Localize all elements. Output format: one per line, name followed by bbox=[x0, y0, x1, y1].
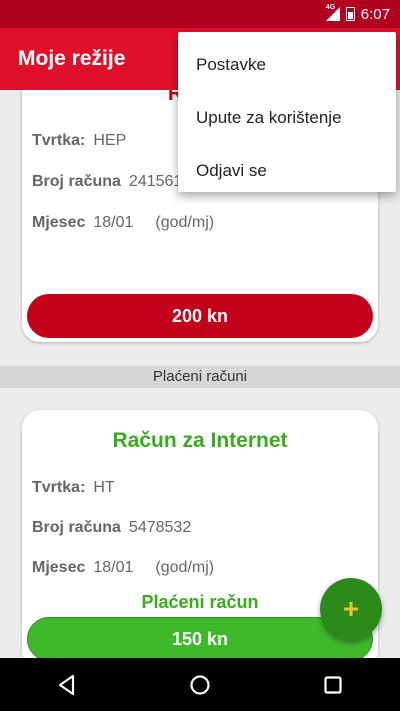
bill-number-value: 5478532 bbox=[128, 519, 192, 536]
clock: 6:07 bbox=[360, 5, 390, 23]
plus-icon: + bbox=[342, 593, 360, 624]
company-value: HEP bbox=[93, 132, 127, 149]
month-value: 18/01 bbox=[93, 214, 134, 231]
menu-item-instructions[interactable]: Upute za korištenje bbox=[178, 91, 396, 144]
company-label: Tvrtka: bbox=[32, 479, 86, 496]
company-value: HT bbox=[93, 479, 115, 496]
bill-number-label: Broj računa bbox=[32, 519, 121, 536]
network-4g-icon: 4G bbox=[325, 4, 340, 21]
month-row: Mjesec 18/01 (god/mj) bbox=[32, 214, 214, 232]
bill-number-label: Broj računa bbox=[32, 173, 121, 190]
recents-icon[interactable] bbox=[313, 665, 353, 705]
company-label: Tvrtka: bbox=[32, 132, 86, 149]
month-unit: (god/mj) bbox=[155, 214, 215, 231]
app-title: Moje režije bbox=[18, 47, 126, 70]
month-label: Mjesec bbox=[32, 559, 86, 576]
overflow-menu: Postavke Upute za korištenje Odjavi se bbox=[178, 32, 396, 192]
home-icon[interactable] bbox=[180, 665, 220, 705]
back-icon[interactable] bbox=[47, 665, 87, 705]
month-label: Mjesec bbox=[32, 214, 86, 231]
month-unit: (god/mj) bbox=[155, 559, 215, 576]
pay-amount-button[interactable]: 200 kn bbox=[27, 294, 373, 338]
month-value: 18/01 bbox=[93, 559, 134, 576]
month-row: Mjesec 18/01 (god/mj) bbox=[32, 559, 214, 577]
bill-number-row: Broj računa 24156122 bbox=[32, 173, 200, 191]
navigation-bar bbox=[0, 658, 400, 711]
bill-number-row: Broj računa 5478532 bbox=[32, 519, 191, 537]
bill-title: Račun za Internet bbox=[112, 429, 288, 452]
battery-icon bbox=[345, 7, 355, 21]
paid-amount-button[interactable]: 150 kn bbox=[27, 617, 373, 658]
add-bill-button[interactable]: + bbox=[320, 578, 382, 640]
status-bar: 4G 6:07 bbox=[0, 0, 400, 28]
menu-item-settings[interactable]: Postavke bbox=[178, 38, 396, 91]
company-row: Tvrtka: HT bbox=[32, 479, 115, 497]
paid-bills-header: Plaćeni računi bbox=[0, 366, 400, 388]
menu-item-logout[interactable]: Odjavi se bbox=[178, 144, 396, 197]
company-row: Tvrtka: HEP bbox=[32, 132, 126, 150]
